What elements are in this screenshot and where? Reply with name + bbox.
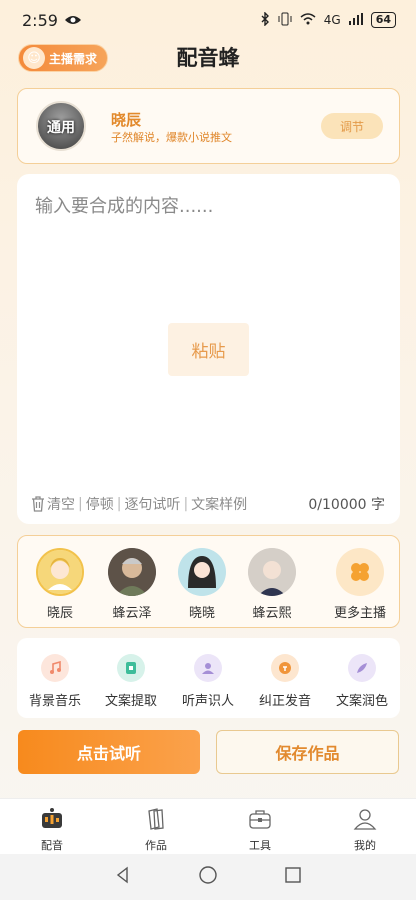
tool-background-music[interactable]: 背景音乐 xyxy=(17,654,93,709)
tool-pronunciation[interactable]: 纠正发音 xyxy=(247,654,323,709)
pause-button[interactable]: 停顿 xyxy=(86,494,114,514)
anchor-item[interactable]: 蜂云熙 xyxy=(240,548,304,621)
voice-avatar-tag: 通用 xyxy=(47,120,75,136)
divider: | xyxy=(183,496,189,512)
tools-panel: 背景音乐 文案提取 听声识人 纠正发音 文案润色 xyxy=(17,638,400,718)
tool-label: 背景音乐 xyxy=(28,694,81,709)
bottom-tab-bar: 配音 作品 工具 我的 xyxy=(0,798,416,854)
tab-dubbing[interactable]: 配音 xyxy=(22,807,82,853)
voice-name: 晓辰 xyxy=(111,111,142,129)
vibrate-icon xyxy=(278,12,292,29)
anchor-avatar xyxy=(178,548,226,596)
tab-label: 我的 xyxy=(354,839,376,852)
anchor-avatar xyxy=(36,548,84,596)
current-voice-card[interactable]: 通用 晓辰 子然解说，爆款小说推文 调节 xyxy=(17,88,400,164)
tool-label: 纠正发音 xyxy=(258,694,311,709)
eye-icon xyxy=(64,11,82,30)
network-label: 4G xyxy=(323,13,341,27)
bluetooth-icon xyxy=(260,10,270,29)
listen-button[interactable]: 点击试听 xyxy=(18,730,200,774)
anchor-name: 晓辰 xyxy=(46,606,73,621)
music-note-icon xyxy=(41,654,69,682)
divider: | xyxy=(116,496,122,512)
sample-text-button[interactable]: 文案样例 xyxy=(191,494,247,514)
anchor-avatar xyxy=(248,548,296,596)
person-icon xyxy=(194,654,222,682)
clear-button[interactable]: 清空 xyxy=(47,494,75,514)
anchor-item[interactable]: 晓辰 xyxy=(28,548,92,621)
anchor-name: 蜂云泽 xyxy=(112,606,152,621)
tool-text-extract[interactable]: 文案提取 xyxy=(93,654,169,709)
system-navigation-bar xyxy=(0,854,416,900)
page-title: 配音蜂 xyxy=(176,46,240,70)
pronunciation-icon xyxy=(271,654,299,682)
signal-icon xyxy=(348,12,363,28)
tool-label: 文案提取 xyxy=(104,694,157,709)
editor-toolbar: 清空 | 停顿 | 逐句试听 | 文案样例 xyxy=(31,494,247,514)
anchor-name: 蜂云熙 xyxy=(252,606,292,621)
battery-indicator: 64 xyxy=(370,12,396,28)
document-extract-icon xyxy=(117,654,145,682)
tab-tools[interactable]: 工具 xyxy=(230,807,290,853)
tool-text-polish[interactable]: 文案润色 xyxy=(324,654,400,709)
toolbox-icon xyxy=(249,810,271,829)
anchor-avatar xyxy=(108,548,156,596)
anchor-item[interactable]: 晓晓 xyxy=(170,548,234,621)
tool-label: 文案润色 xyxy=(335,694,388,709)
tab-label: 配音 xyxy=(41,839,63,852)
tab-works[interactable]: 作品 xyxy=(126,807,186,853)
status-time: 2:59 xyxy=(22,10,58,30)
divider: | xyxy=(78,496,83,512)
anchor-name: 晓晓 xyxy=(188,606,215,621)
feather-icon xyxy=(348,654,376,682)
editor-placeholder: 输入要合成的内容...... xyxy=(35,196,214,217)
home-icon[interactable] xyxy=(198,865,218,889)
voice-description: 子然解说，爆款小说推文 xyxy=(111,131,232,144)
anchor-item[interactable]: 蜂云泽 xyxy=(100,548,164,621)
user-icon xyxy=(353,809,377,830)
save-button[interactable]: 保存作品 xyxy=(216,730,399,774)
character-count: 0/10000 字 xyxy=(308,497,385,513)
more-anchors-label: 更多主播 xyxy=(333,606,386,621)
tool-label: 听声识人 xyxy=(181,694,234,709)
back-icon[interactable] xyxy=(114,866,132,888)
trash-icon[interactable] xyxy=(31,496,45,512)
paste-button[interactable]: 粘贴 xyxy=(168,323,249,376)
tab-label: 作品 xyxy=(145,839,167,852)
tool-voice-recognition[interactable]: 听声识人 xyxy=(170,654,246,709)
sentence-preview-button[interactable]: 逐句试听 xyxy=(124,494,180,514)
recent-apps-icon[interactable] xyxy=(284,866,302,888)
more-anchors-button[interactable]: 更多主播 xyxy=(328,548,392,621)
robot-icon xyxy=(42,808,62,828)
status-bar: 2:59 4G 64 xyxy=(0,0,416,40)
tab-label: 工具 xyxy=(249,839,271,852)
tab-mine[interactable]: 我的 xyxy=(335,807,395,853)
wifi-icon xyxy=(300,12,316,28)
header: ☺ 主播需求 配音蜂 xyxy=(0,40,416,76)
voice-avatar: 通用 xyxy=(36,101,86,151)
clover-icon xyxy=(336,548,384,596)
anchors-list: 晓辰 蜂云泽 晓晓 蜂云熙 更多主播 xyxy=(17,535,400,628)
works-icon xyxy=(148,808,164,830)
adjust-button[interactable]: 调节 xyxy=(321,113,383,139)
text-editor[interactable]: 输入要合成的内容...... 粘贴 清空 | 停顿 | 逐句试听 | 文案样例 … xyxy=(17,174,400,524)
